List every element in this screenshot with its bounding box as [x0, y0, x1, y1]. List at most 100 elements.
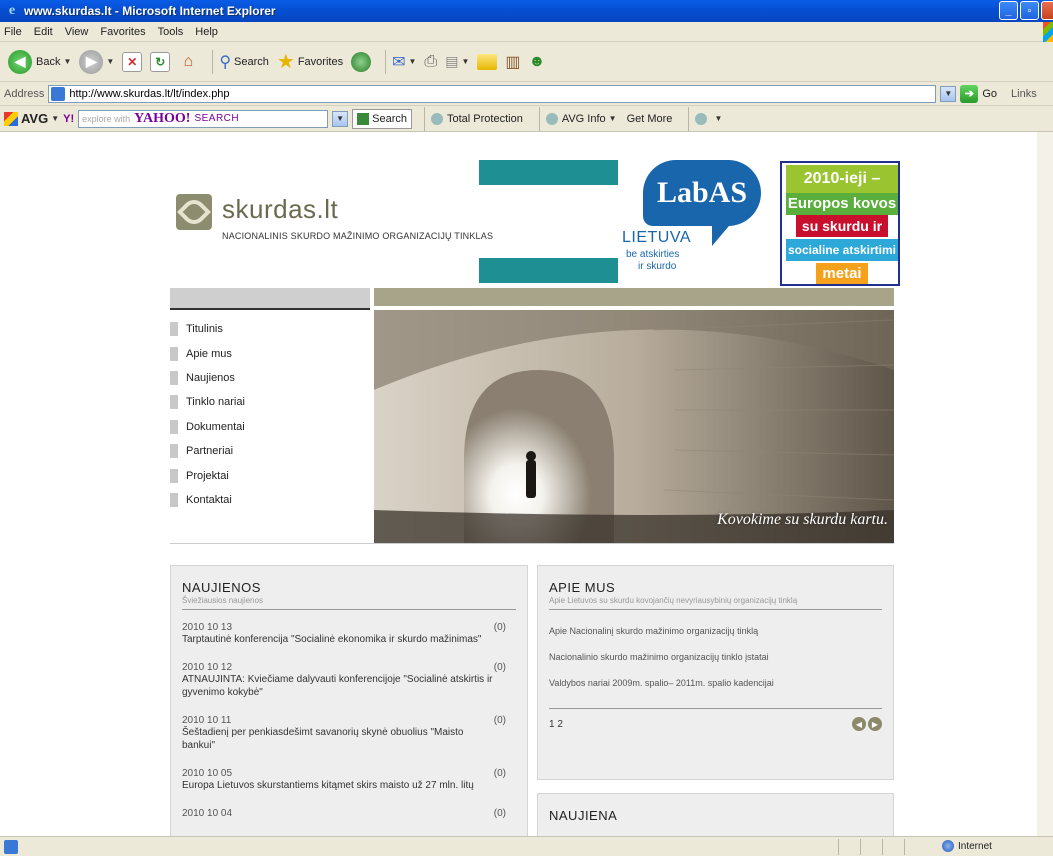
- forward-button[interactable]: ▶ ▼: [79, 49, 114, 74]
- favorites-button[interactable]: ★ Favorites: [277, 49, 343, 74]
- news-comment-count[interactable]: (0): [494, 808, 506, 819]
- menu-item-label: Naujienos: [186, 371, 235, 384]
- menu-favorites[interactable]: Favorites: [100, 26, 145, 38]
- menu-item-label: Dokumentai: [186, 420, 245, 433]
- about-link[interactable]: Apie Nacionalinį skurdo mažinimo organiz…: [549, 626, 882, 636]
- next-arrow-icon[interactable]: ▶: [868, 717, 882, 731]
- search-dropdown-button[interactable]: ▼: [332, 110, 349, 127]
- teal-banner-bottom: [479, 258, 618, 283]
- hero-image: Kovokime su skurdu kartu.: [374, 310, 894, 543]
- labas-logo[interactable]: LabAS: [643, 160, 761, 226]
- go-button[interactable]: ➔ Go: [960, 84, 997, 103]
- folder-button[interactable]: [477, 53, 498, 70]
- home-button[interactable]: ⌂: [178, 52, 198, 72]
- menu-marker: [170, 419, 178, 434]
- address-field[interactable]: [48, 84, 937, 103]
- chevron-down-icon: ▼: [714, 114, 723, 123]
- page-numbers[interactable]: 1 2: [549, 719, 563, 730]
- labas-country: LIETUVA: [622, 229, 691, 246]
- eu-year-banner[interactable]: 2010-ieji – Europos kovos su skurdu ir s…: [780, 161, 900, 286]
- window-controls: _ ▫: [999, 1, 1053, 20]
- chevron-down-icon[interactable]: ▼: [461, 57, 469, 66]
- avg-info-button[interactable]: AVG Info ▼: [545, 112, 617, 125]
- back-button[interactable]: ◀ Back ▼: [8, 49, 71, 74]
- close-button[interactable]: [1041, 1, 1053, 20]
- research-button[interactable]: ▥: [505, 52, 520, 72]
- chevron-down-icon[interactable]: ▼: [408, 57, 416, 66]
- menu-item-partneriai[interactable]: Partneriai: [170, 439, 370, 463]
- news-comment-count[interactable]: (0): [494, 768, 506, 779]
- site-name[interactable]: skurdas.lt: [222, 194, 338, 225]
- about-divider: [549, 609, 882, 610]
- menu-view[interactable]: View: [65, 26, 89, 38]
- menu-item-kontaktai[interactable]: Kontaktai: [170, 488, 370, 512]
- naujiena-panel: NAUJIENA: [537, 793, 894, 836]
- total-protection-button[interactable]: Total Protection: [431, 112, 523, 125]
- chevron-down-icon[interactable]: ▼: [63, 57, 71, 66]
- vertical-scrollbar[interactable]: [1037, 132, 1053, 836]
- news-item[interactable]: 2010 10 13 Tarptautinė konferencija "Soc…: [182, 622, 516, 646]
- menu-tools[interactable]: Tools: [158, 26, 184, 38]
- news-item[interactable]: 2010 10 04 (0): [182, 808, 516, 819]
- refresh-button[interactable]: ↻: [150, 51, 171, 72]
- info-icon: [545, 112, 558, 125]
- news-comment-count[interactable]: (0): [494, 622, 506, 633]
- menu-item-naujienos[interactable]: Naujienos: [170, 366, 370, 390]
- menu-item-projektai[interactable]: Projektai: [170, 463, 370, 487]
- status-cells: [838, 839, 924, 855]
- print-button[interactable]: ⎙: [424, 53, 437, 71]
- avg-options-button[interactable]: ▼: [695, 112, 723, 125]
- menu-item-tinklo-nariai[interactable]: Tinklo nariai: [170, 390, 370, 414]
- mail-button[interactable]: ✉ ▼: [392, 52, 416, 72]
- about-link[interactable]: Nacionalinio skurdo mažinimo organizacij…: [549, 652, 882, 662]
- menu-edit[interactable]: Edit: [34, 26, 53, 38]
- about-link[interactable]: Valdybos nariai 2009m. spalio– 2011m. sp…: [549, 678, 882, 688]
- news-text[interactable]: ATNAUJINTA: Kviečiame dalyvauti konferen…: [182, 673, 494, 699]
- news-item[interactable]: 2010 10 05 Europa Lietuvos skurstantiems…: [182, 768, 516, 792]
- stop-button[interactable]: ✕: [122, 51, 143, 72]
- news-text[interactable]: Tarptautinė konferencija "Socialinė ekon…: [182, 633, 494, 646]
- labas-tagline-1: be atskirties: [626, 249, 680, 260]
- menu-marker: [170, 322, 178, 337]
- print-icon: ⎙: [424, 52, 438, 70]
- site-logo-icon[interactable]: [176, 194, 212, 230]
- news-item[interactable]: 2010 10 11 Šeštadienį per penkiasdešimt …: [182, 715, 516, 752]
- page-viewport: skurdas.lt NACIONALINIS SKURDO MAŽINIMO …: [0, 132, 1053, 836]
- toolbar-separator: [688, 106, 690, 131]
- yahoo-badge-icon[interactable]: Y!: [63, 113, 74, 125]
- menu-help[interactable]: Help: [195, 26, 218, 38]
- menu-item-label: Tinklo nariai: [186, 396, 245, 409]
- status-bar: Internet: [0, 836, 1053, 856]
- eu-banner-line-3: su skurdu ir: [796, 215, 888, 237]
- search-button[interactable]: ⚲ Search: [219, 52, 269, 72]
- history-button[interactable]: [351, 51, 372, 72]
- news-comment-count[interactable]: (0): [494, 662, 506, 673]
- news-comment-count[interactable]: (0): [494, 715, 506, 726]
- menu-marker: [170, 468, 178, 483]
- news-text[interactable]: Šeštadienį per penkiasdešimt savanorių s…: [182, 726, 494, 752]
- favorites-label: Favorites: [297, 55, 344, 68]
- get-more-button[interactable]: Get More: [627, 113, 673, 125]
- avg-menu-button[interactable]: AVG ▼: [4, 111, 59, 126]
- avg-search-button[interactable]: Search: [352, 108, 412, 129]
- go-arrow-icon: ➔: [960, 84, 979, 103]
- edit-button[interactable]: ▤ ▼: [445, 53, 469, 70]
- menu-item-titulinis[interactable]: Titulinis: [170, 317, 370, 341]
- menu-item-apie-mus[interactable]: Apie mus: [170, 341, 370, 365]
- menu-file[interactable]: File: [4, 26, 22, 38]
- prev-arrow-icon[interactable]: ◀: [852, 717, 866, 731]
- minimize-button[interactable]: _: [999, 1, 1018, 20]
- search-label: Search: [234, 55, 269, 68]
- messenger-button[interactable]: ☻: [529, 53, 546, 71]
- news-item[interactable]: 2010 10 12 ATNAUJINTA: Kviečiame dalyvau…: [182, 662, 516, 699]
- menu-marker: [170, 346, 178, 361]
- address-dropdown-button[interactable]: ▼: [940, 85, 957, 102]
- address-input[interactable]: [69, 87, 936, 100]
- links-button[interactable]: Links: [1011, 88, 1037, 100]
- menu-item-dokumentai[interactable]: Dokumentai: [170, 415, 370, 439]
- chevron-down-icon[interactable]: ▼: [106, 57, 114, 66]
- news-text[interactable]: Europa Lietuvos skurstantiems kitąmet sk…: [182, 779, 494, 792]
- history-icon: [351, 51, 372, 72]
- maximize-button[interactable]: ▫: [1020, 1, 1039, 20]
- yahoo-search-field[interactable]: explore with YAHOO! SEARCH: [78, 109, 329, 128]
